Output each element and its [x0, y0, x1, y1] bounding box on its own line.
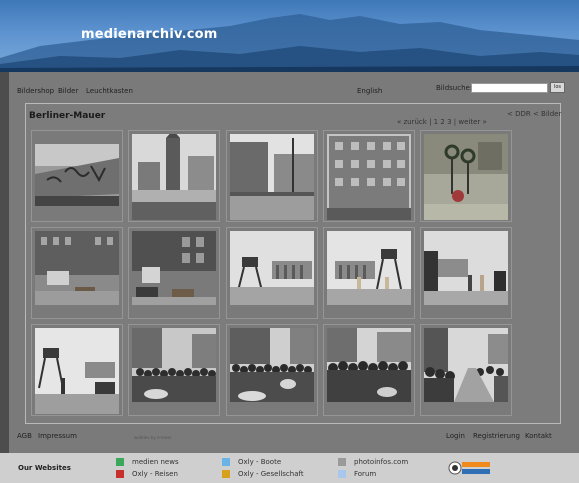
breadcrumb[interactable]: < DDR < Bilder	[507, 110, 561, 118]
photo	[327, 134, 411, 220]
nav-bilder[interactable]: Bilder	[58, 87, 78, 95]
header-banner: medienarchiv.com	[0, 0, 579, 72]
pager-separator: |	[453, 118, 457, 126]
photo	[35, 231, 119, 305]
footer-credit[interactable]: webdev by e-moss	[134, 435, 172, 440]
photo	[230, 231, 314, 305]
thumbnail-checkpoint-vehicles[interactable]	[128, 227, 220, 319]
thumbnail-checkpoint-street[interactable]	[31, 227, 123, 319]
site-link-oxly-reisen[interactable]: Oxly - Reisen	[132, 470, 178, 478]
photo	[132, 231, 216, 305]
site-link-oxly-gesellschaft[interactable]: Oxly - Gesellschaft	[238, 470, 304, 478]
thumbnail-watchtower-gate[interactable]	[31, 324, 123, 416]
site-link-photoinfos[interactable]: photoinfos.com	[354, 458, 408, 466]
pager-page-3[interactable]: 3	[447, 118, 451, 126]
search-input[interactable]	[471, 83, 548, 93]
thumbnail-apartment-block[interactable]	[323, 130, 415, 222]
photo	[327, 328, 411, 402]
thumbnail-brandenburg-gate-tower[interactable]	[226, 227, 318, 319]
thumbnail-church-tower-wall[interactable]	[128, 130, 220, 222]
search-button[interactable]: los	[550, 82, 565, 93]
websites-title: Our Websites	[18, 464, 71, 472]
photo	[35, 328, 119, 414]
photoinfos-color-square	[338, 458, 346, 466]
thumbnail-memorial-wreaths[interactable]	[420, 130, 512, 222]
language-link[interactable]: English	[357, 87, 382, 95]
search-label: Bildsuche:	[436, 84, 473, 92]
gallery-title: Berliner-Mauer	[29, 111, 106, 121]
footer-login-link[interactable]: Login	[446, 432, 465, 440]
medien-news-color-square	[116, 458, 124, 466]
site-title[interactable]: medienarchiv.com	[81, 27, 218, 42]
photo	[230, 328, 314, 402]
footer-impressum-link[interactable]: Impressum	[38, 432, 77, 440]
thumbnail-crowd-road[interactable]	[420, 324, 512, 416]
thumbnail-crowd-street[interactable]	[128, 324, 220, 416]
photo	[327, 231, 411, 305]
thumbnail-crowd-cars[interactable]	[226, 324, 318, 416]
oxly-gesellschaft-color-square	[222, 470, 230, 478]
oxly-boote-color-square	[222, 458, 230, 466]
forum-color-square	[338, 470, 346, 478]
site-link-forum[interactable]: Forum	[354, 470, 376, 478]
pager-separator: |	[429, 118, 432, 126]
photo	[132, 328, 216, 402]
pagination: « zurück | 1 2 3 | weiter »	[397, 118, 487, 126]
pager-page-2[interactable]: 2	[440, 118, 444, 126]
pager-prev[interactable]: « zurück	[397, 118, 427, 126]
nav-leuchtkasten[interactable]: Leuchtkasten	[86, 87, 133, 95]
photo	[132, 134, 216, 220]
site-link-oxly-boote[interactable]: Oxly - Boote	[238, 458, 281, 466]
photo	[424, 231, 508, 305]
photo	[424, 134, 508, 220]
websites-bar: Our Websites medien news Oxly - Reisen O…	[0, 453, 579, 483]
thumbnail-street-buildings[interactable]	[226, 130, 318, 222]
photoinfos-logo[interactable]	[448, 460, 492, 476]
left-stripe	[0, 72, 9, 453]
thumbnail-graffiti-wall[interactable]	[31, 130, 123, 222]
thumbnail-crowd-square[interactable]	[323, 324, 415, 416]
photo	[230, 134, 314, 220]
site-link-medien-news[interactable]: medien news	[132, 458, 179, 466]
photo	[424, 328, 508, 402]
thumbnail-brandenburg-gate-side[interactable]	[420, 227, 512, 319]
footer-agb-link[interactable]: AGB	[17, 432, 32, 440]
footer-registrierung-link[interactable]: Registrierung	[473, 432, 520, 440]
nav-bildershop[interactable]: Bildershop	[17, 87, 54, 95]
photo	[35, 144, 119, 206]
pager-next[interactable]: weiter »	[458, 118, 486, 126]
pager-page-1[interactable]: 1	[434, 118, 438, 126]
footer-kontakt-link[interactable]: Kontakt	[525, 432, 552, 440]
oxly-reisen-color-square	[116, 470, 124, 478]
thumbnail-brandenburg-gate-guards[interactable]	[323, 227, 415, 319]
